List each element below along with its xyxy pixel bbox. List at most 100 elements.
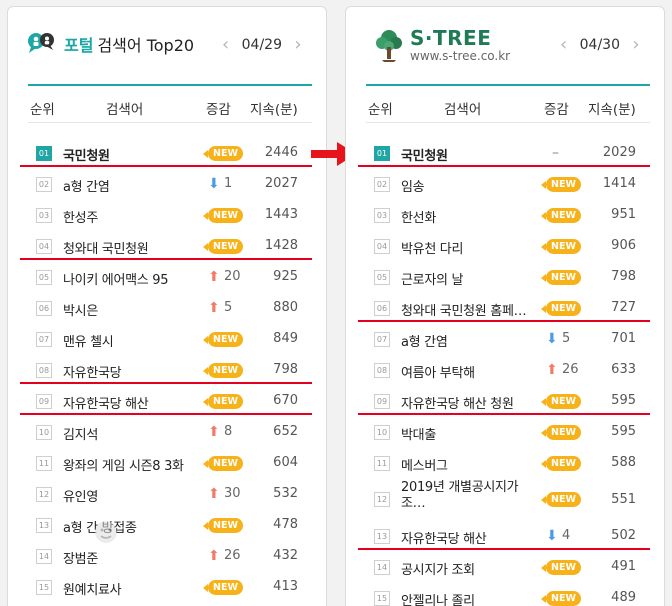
ranking-row[interactable]: 15 안젤리나 졸리 NEW 489 <box>366 582 650 606</box>
duration-value: 880 <box>273 300 298 315</box>
keyword-link[interactable]: a형 간염 <box>401 331 448 350</box>
ranking-row[interactable]: 10 김지석 ⬆ 8 652 <box>28 416 312 447</box>
keyword-link[interactable]: 원예치료사 <box>63 579 122 598</box>
change-indicator: NEW <box>541 268 602 288</box>
ranking-row[interactable]: 05 나이키 에어맥스 95 ⬆ 20 925 <box>28 261 312 292</box>
keyword-link[interactable]: 박유천 다리 <box>401 238 463 257</box>
ranking-row[interactable]: 07 a형 간염 ⬇ 5 701 <box>366 323 650 354</box>
keyword-link[interactable]: 박시은 <box>63 300 98 319</box>
arrow-up-icon: ⬆ <box>208 548 220 564</box>
duration-value: 652 <box>273 424 298 439</box>
arrow-up-icon: ⬆ <box>208 486 220 502</box>
ranking-row[interactable]: 08 여름아 부탁해 ⬆ 26 633 <box>366 354 650 385</box>
ranking-row[interactable]: 11 메스버그 NEW 588 <box>366 447 650 478</box>
rank-badge: 08 <box>36 363 52 378</box>
ranking-row[interactable]: 14 장범준 ⬆ 26 432 <box>28 540 312 571</box>
keyword-link[interactable]: 한성주 <box>63 207 98 226</box>
ranking-row[interactable]: 13 a형 간 방접종 NEW 478 <box>28 509 312 540</box>
title-strong: 포털 <box>64 36 94 55</box>
current-date: 04/30 <box>579 36 620 53</box>
logo-name: S·TREE <box>410 26 492 50</box>
rank-badge: 14 <box>374 560 390 575</box>
next-date-icon[interactable]: › <box>624 34 648 55</box>
ranking-row[interactable]: 10 박대출 NEW 595 <box>366 416 650 447</box>
prev-date-icon[interactable]: ‹ <box>214 34 238 55</box>
keyword-link[interactable]: 공시지가 조회 <box>401 559 475 578</box>
ranking-row[interactable]: 04 청와대 국민청원 NEW 1428 <box>20 230 312 261</box>
ranking-row[interactable]: 03 한성주 NEW 1443 <box>28 199 312 230</box>
keyword-link[interactable]: 국민청원 <box>401 145 448 164</box>
keyword-link[interactable]: 임송 <box>401 176 425 195</box>
keyword-link[interactable]: 2019년 개별공시지가 조… <box>401 480 521 512</box>
keyword-link[interactable]: 자유한국당 해산 청원 <box>401 393 514 412</box>
new-badge: NEW <box>541 560 581 575</box>
ranking-row[interactable]: 13 자유한국당 해산 ⬇ 4 502 <box>358 520 650 551</box>
rank-badge: 10 <box>374 425 390 440</box>
ranking-row[interactable]: 06 청와대 국민청원 홈페… NEW 727 <box>358 292 650 323</box>
rank-badge: 12 <box>36 487 52 502</box>
column-headers: 순위 검색어 증감 지속(분) <box>366 95 650 123</box>
keyword-link[interactable]: 한선화 <box>401 207 436 226</box>
keyword-link[interactable]: 메스버그 <box>401 455 448 474</box>
arrow-up-icon: ⬆ <box>208 300 220 316</box>
keyword-link[interactable]: 여름아 부탁해 <box>401 362 475 381</box>
ranking-row[interactable]: 03 한선화 NEW 951 <box>366 199 650 230</box>
rank-badge: 01 <box>374 146 390 161</box>
ranking-row[interactable]: 09 자유한국당 해산 NEW 670 <box>20 385 312 416</box>
ranking-row[interactable]: 02 a형 간염 ⬇ 1 2027 <box>28 168 312 199</box>
ranking-row[interactable]: 01 국민청원 NEW 2446 <box>20 137 312 168</box>
highlight-underline <box>20 413 312 415</box>
change-indicator: NEW <box>203 578 264 598</box>
new-badge: NEW <box>541 208 581 223</box>
ranking-row[interactable]: 02 임송 NEW 1414 <box>366 168 650 199</box>
ranking-row[interactable]: 12 유인영 ⬆ 30 532 <box>28 478 312 509</box>
keyword-link[interactable]: 근로자의 날 <box>401 269 463 288</box>
keyword-link[interactable]: 김지석 <box>63 424 98 443</box>
new-badge: NEW <box>541 239 581 254</box>
ranking-row[interactable]: 07 맨유 첼시 NEW 849 <box>28 323 312 354</box>
keyword-link[interactable]: 박대출 <box>401 424 436 443</box>
prev-date-icon[interactable]: ‹ <box>552 34 576 55</box>
keyword-link[interactable]: 맨유 첼시 <box>63 331 114 350</box>
ranking-row[interactable]: 11 왕좌의 게임 시즌8 3화 NEW 604 <box>28 447 312 478</box>
ranking-row[interactable]: 15 원예치료사 NEW 413 <box>28 571 312 602</box>
ranking-row[interactable]: 04 박유천 다리 NEW 906 <box>366 230 650 261</box>
duration-value: 849 <box>273 331 298 346</box>
keyword-link[interactable]: 청와대 국민청원 <box>63 238 149 257</box>
change-indicator: NEW <box>541 423 602 443</box>
keyword-link[interactable]: 자유한국당 해산 <box>401 528 487 547</box>
keyword-link[interactable]: 자유한국당 해산 <box>63 393 149 412</box>
keyword-link[interactable]: 왕좌의 게임 시즌8 3화 <box>63 455 184 474</box>
rank-badge: 09 <box>36 394 52 409</box>
ranking-row[interactable]: 12 2019년 개별공시지가 조… NEW 551 <box>366 478 650 520</box>
duration-value: 489 <box>611 590 636 605</box>
keyword-link[interactable]: 안젤리나 졸리 <box>401 590 475 606</box>
change-indicator: NEW <box>203 206 264 226</box>
ranking-row[interactable]: 06 박시은 ⬆ 5 880 <box>28 292 312 323</box>
duration-value: 478 <box>273 517 298 532</box>
keyword-link[interactable]: 자유한국당 <box>63 362 122 381</box>
ranking-row[interactable]: 14 공시지가 조회 NEW 491 <box>366 551 650 582</box>
ranking-row[interactable]: 09 자유한국당 해산 청원 NEW 595 <box>358 385 650 416</box>
ranking-row[interactable]: 05 근로자의 날 NEW 798 <box>366 261 650 292</box>
duration-value: 798 <box>273 362 298 377</box>
change-indicator: NEW <box>541 558 602 578</box>
keyword-link[interactable]: 청와대 국민청원 홈페… <box>401 300 527 319</box>
header-divider <box>28 84 312 86</box>
keyword-link[interactable]: 장범준 <box>63 548 98 567</box>
new-badge: NEW <box>203 394 243 409</box>
rank-badge: 02 <box>36 177 52 192</box>
keyword-link[interactable]: 국민청원 <box>63 145 110 164</box>
duration-value: 727 <box>611 300 636 315</box>
keyword-link[interactable]: 유인영 <box>63 486 98 505</box>
keyword-link[interactable]: a형 간염 <box>63 176 110 195</box>
ranking-row[interactable]: 01 국민청원 – 2029 <box>358 137 650 168</box>
change-indicator: ⬆ 20 <box>204 268 264 288</box>
keyword-link[interactable]: 나이키 에어맥스 95 <box>63 269 169 288</box>
rank-badge: 02 <box>374 177 390 192</box>
duration-value: 2446 <box>264 145 298 160</box>
duration-value: 1428 <box>264 238 298 253</box>
next-date-icon[interactable]: › <box>286 34 310 55</box>
change-indicator: NEW <box>203 361 264 381</box>
ranking-row[interactable]: 08 자유한국당 NEW 798 <box>20 354 312 385</box>
